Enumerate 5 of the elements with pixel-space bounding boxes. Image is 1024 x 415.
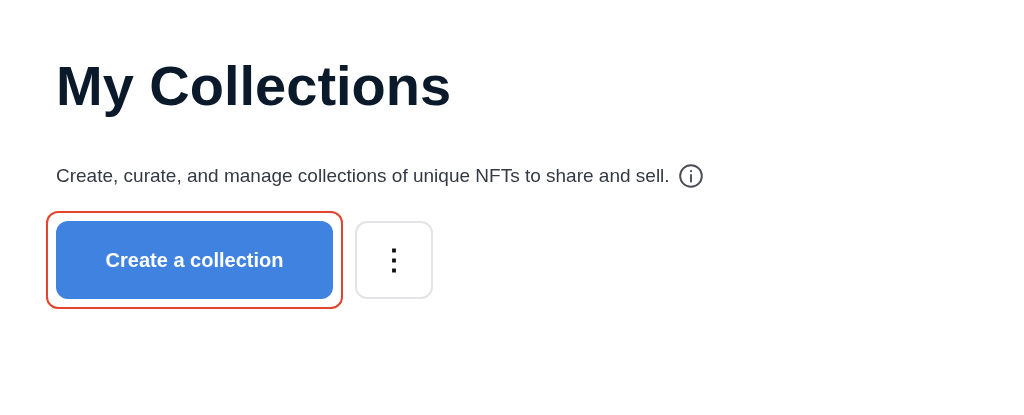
description: Create, curate, and manage collections of unique NFTs to share and sell. [56,164,670,188]
more-options-button[interactable]: ⋮ [355,220,433,299]
create-collection-button[interactable]: Create a collection [56,220,333,299]
page-title: My Collections [56,53,452,119]
info-icon [677,163,704,190]
